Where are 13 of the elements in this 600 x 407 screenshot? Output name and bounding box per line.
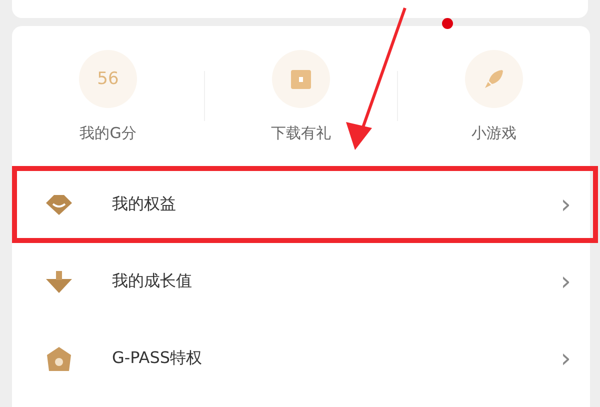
chevron-icon: › <box>560 344 571 374</box>
chevron-icon: › <box>560 266 571 296</box>
shortcut-label[interactable]: 我的G分 <box>80 124 136 142</box>
shortcut-label[interactable]: 小游戏 <box>472 124 516 142</box>
score-value: 56 <box>97 68 119 88</box>
menu-label: G-PASS特权 <box>112 348 204 369</box>
highlight-frame[interactable]: 我的权益 › <box>12 166 598 243</box>
shortcut-label[interactable]: 下载有礼 <box>271 124 331 142</box>
menu-row[interactable]: 我的成长值 › <box>12 243 598 320</box>
chevron-icon: › <box>560 190 571 220</box>
menu-row[interactable]: G-PASS特权 › <box>12 320 598 397</box>
menu-label: 我的权益 <box>112 194 177 215</box>
menu-label: 我的成长值 <box>112 271 193 292</box>
